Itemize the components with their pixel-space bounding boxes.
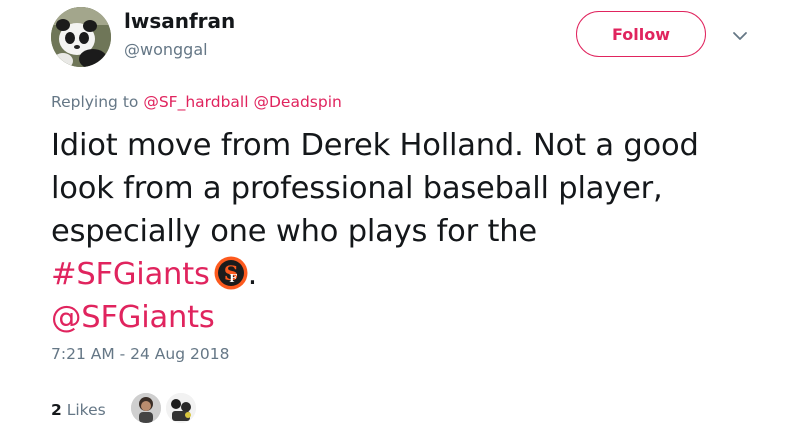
tweet-line: look from a professional baseball player… — [51, 171, 663, 206]
reply-context: Replying to @SF_hardball @Deadspin — [51, 92, 342, 112]
tweet-text: Idiot move from Derek Holland. Not a goo… — [51, 124, 751, 339]
panda-avatar-icon — [51, 7, 111, 67]
reply-mention-deadspin[interactable]: @Deadspin — [253, 93, 341, 111]
display-name[interactable]: lwsanfran — [124, 8, 235, 34]
mention-sfgiants[interactable]: @SFGiants — [51, 296, 751, 339]
reply-mention-sf-hardball[interactable]: @SF_hardball — [143, 93, 248, 111]
tweet-line: especially one who plays for the — [51, 214, 537, 249]
likes-stat[interactable]: 2 Likes — [51, 400, 106, 420]
likes-label: Likes — [61, 401, 106, 419]
likes-count: 2 — [51, 401, 62, 419]
tweet-punctuation: . — [247, 257, 258, 292]
follow-button[interactable]: Follow — [576, 11, 706, 57]
user-handle[interactable]: @wonggal — [124, 40, 208, 60]
tweet-line: Idiot move from Derek Holland. Not a goo… — [51, 128, 699, 163]
liker-avatar[interactable] — [131, 393, 161, 423]
sf-giants-logo-icon: S F — [214, 256, 248, 290]
timestamp[interactable]: 7:21 AM - 24 Aug 2018 — [51, 344, 229, 364]
tweet-line-hashtag: #SFGiants S F . — [51, 253, 751, 296]
chevron-down-icon[interactable] — [730, 28, 750, 42]
liker-avatar-icon — [131, 393, 161, 423]
avatar[interactable] — [51, 7, 111, 67]
svg-text:F: F — [229, 272, 237, 285]
liker-avatar-icon — [166, 393, 196, 423]
reply-prefix: Replying to — [51, 93, 144, 111]
liker-avatar[interactable] — [166, 393, 196, 423]
hashtag-sfgiants[interactable]: #SFGiants — [51, 257, 210, 292]
